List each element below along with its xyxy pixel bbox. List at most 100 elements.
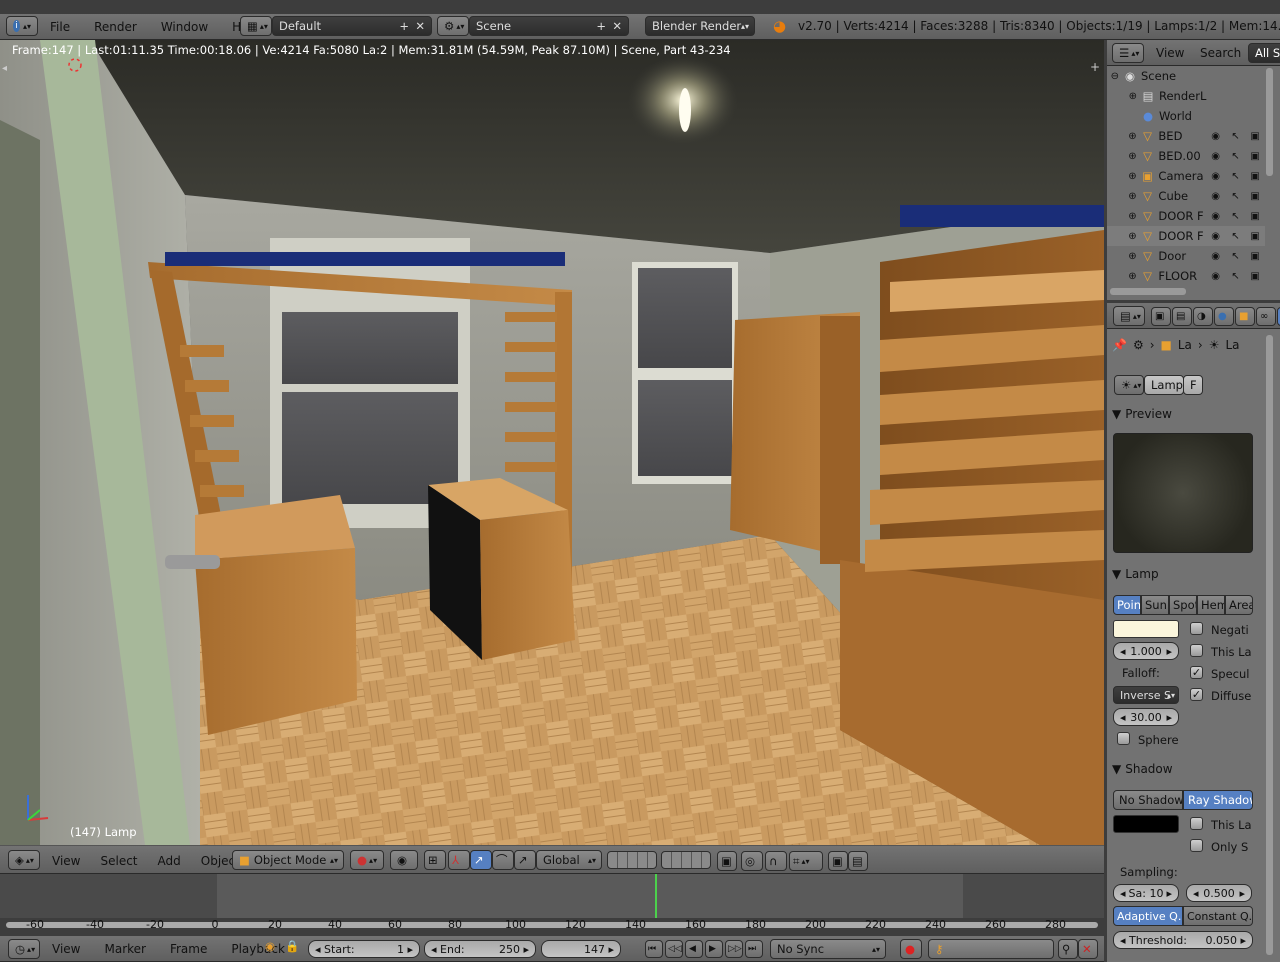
translate-toggle[interactable]: ⅄ — [448, 850, 470, 870]
outliner-item[interactable]: ⊕ ▽ Cube ◉ ↖ ▣ — [1107, 186, 1265, 206]
play-reverse-icon[interactable]: ◀ — [685, 940, 703, 958]
delete-keyframe-button[interactable]: ✕ — [1078, 939, 1098, 959]
current-frame-field[interactable]: 147 ▸ — [541, 940, 621, 958]
camera-render-icon[interactable]: ▣ — [1245, 131, 1265, 142]
lock-icon[interactable]: 🔒 — [285, 939, 299, 953]
menu-render[interactable]: Render — [94, 20, 137, 34]
scene-name-field[interactable]: Scene + ✕ — [469, 16, 629, 36]
lamp-type-spot[interactable]: Spot — [1169, 595, 1197, 615]
cursor-icon[interactable]: ↖ — [1226, 251, 1246, 262]
rotate-toggle[interactable]: ↗ — [470, 850, 492, 870]
scale2-toggle[interactable]: ↗ — [514, 850, 536, 870]
editor-type-outliner-button[interactable]: ☰ ▴▾ — [1112, 43, 1144, 63]
editor-type-info-button[interactable]: i ▴▾ — [6, 16, 38, 36]
scale-toggle[interactable]: ⌒ — [492, 850, 514, 870]
close-scene-icon[interactable]: ✕ — [612, 19, 622, 33]
menu-view[interactable]: View — [52, 854, 80, 868]
add-scene-icon[interactable]: + — [596, 19, 606, 33]
camera-render-icon[interactable]: ▣ — [1245, 151, 1265, 162]
shadow-samples-field[interactable]: ◂ Sa: 10 ▸ — [1113, 884, 1179, 902]
object-mode-select[interactable]: ■ Object Mode ▴▾ — [232, 850, 344, 870]
menu-frame[interactable]: Frame — [170, 942, 207, 956]
lamp-datablock-name[interactable]: Lamp — [1144, 375, 1184, 395]
outliner-item[interactable]: ⊕ ▤ RenderL — [1107, 86, 1265, 106]
properties-scrollbar[interactable] — [1266, 335, 1273, 955]
eye-icon[interactable]: ◉ — [1206, 271, 1226, 282]
editor-type-properties-button[interactable]: ▤ ▴▾ — [1113, 306, 1145, 326]
eye-icon[interactable]: ◉ — [1206, 231, 1226, 242]
menu-select[interactable]: Select — [100, 854, 137, 868]
shadow-this-layer-checkbox[interactable] — [1190, 817, 1203, 830]
render-engine-select[interactable]: Blender Render ▴▾ — [645, 16, 755, 36]
record-button[interactable]: ● — [900, 939, 922, 959]
lamp-type-point[interactable]: Poin — [1113, 595, 1141, 615]
camera-render-icon[interactable]: ▣ — [1245, 231, 1265, 242]
tab-render-icon[interactable]: ▣ — [1151, 307, 1171, 326]
this-layer-checkbox[interactable] — [1190, 644, 1203, 657]
lamp-type-area[interactable]: Area — [1225, 595, 1253, 615]
tab-constraints-icon[interactable]: ∞ — [1256, 307, 1276, 326]
lock-layers-button[interactable]: ▣ — [717, 851, 737, 871]
tab-layers-icon[interactable]: ▤ — [1172, 307, 1192, 326]
sphere-checkbox[interactable] — [1117, 732, 1130, 745]
expand-icon[interactable]: ⊕ — [1107, 271, 1141, 282]
layers-grid-b[interactable] — [661, 851, 711, 869]
next-key-icon[interactable]: ▷▷ — [725, 940, 743, 958]
outliner-scrollbar-h[interactable] — [1110, 288, 1186, 295]
timeline-playhead[interactable] — [655, 874, 657, 918]
lamp-panel-header[interactable]: ▼ Lamp — [1112, 563, 1256, 585]
eye-icon[interactable]: ◉ — [1206, 171, 1226, 182]
viewport-shading-select[interactable]: ● ▴▾ — [350, 850, 384, 870]
3d-viewport[interactable]: Frame:147 | Last:01:11.35 Time:00:18.06 … — [0, 40, 1104, 846]
diffuse-checkbox[interactable]: ✓ — [1190, 688, 1203, 701]
expand-icon[interactable]: ⊕ — [1107, 191, 1141, 202]
outliner-item[interactable]: ⊕ ▽ DOOR F ◉ ↖ ▣ — [1107, 226, 1265, 246]
menu-add[interactable]: Add — [158, 854, 181, 868]
tab-world-icon[interactable]: ● — [1214, 307, 1234, 326]
expand-icon[interactable]: ⊕ — [1107, 211, 1141, 222]
render-still-button[interactable]: ▣ — [828, 851, 848, 871]
lamp-type-hemi[interactable]: Hem — [1197, 595, 1225, 615]
expand-icon[interactable]: ⊕ — [1107, 251, 1141, 262]
shadow-color-swatch[interactable] — [1113, 815, 1179, 833]
eye-icon[interactable]: ◉ — [1206, 131, 1226, 142]
camera-render-icon[interactable]: ▣ — [1245, 171, 1265, 182]
pivot-select[interactable]: ◉ — [390, 850, 418, 870]
menu-timeline-view[interactable]: View — [52, 942, 80, 956]
snap-toggle[interactable]: ∩ — [765, 851, 787, 871]
menu-marker[interactable]: Marker — [104, 942, 145, 956]
expand-icon[interactable]: ⊕ — [1107, 91, 1141, 102]
menu-playback[interactable]: Playback — [231, 942, 285, 956]
eye-icon[interactable]: ◉ — [1206, 251, 1226, 262]
eye-icon[interactable]: ◉ — [1206, 211, 1226, 222]
layout-type-button[interactable]: ▦ ▴▾ — [240, 16, 272, 36]
cursor-icon[interactable]: ↖ — [1226, 211, 1246, 222]
lamp-browse-button[interactable]: ☀ ▴▾ — [1114, 375, 1144, 395]
add-layout-icon[interactable]: + — [399, 19, 409, 33]
prev-key-icon[interactable]: ◁◁ — [665, 940, 683, 958]
lamp-distance-field[interactable]: ◂ 30.00 ▸ — [1113, 708, 1179, 726]
lamp-energy-field[interactable]: ◂ 1.000 ▸ — [1113, 642, 1179, 660]
expand-icon[interactable]: ⊕ — [1107, 131, 1141, 142]
cursor-icon[interactable]: ↖ — [1226, 171, 1246, 182]
shadow-panel-header[interactable]: ▼ Shadow — [1112, 758, 1256, 780]
cursor-icon[interactable]: ↖ — [1226, 231, 1246, 242]
soft-size-field[interactable]: ◂ 0.500 ▸ — [1186, 884, 1252, 902]
lamp-fake-user-button[interactable]: F — [1183, 375, 1203, 395]
editor-type-3d-button[interactable]: ◈ ▴▾ — [8, 850, 40, 870]
start-frame-field[interactable]: ◂ Start: 1 ▸ — [308, 940, 420, 958]
jump-start-icon[interactable]: ⏮ — [645, 940, 663, 958]
cursor-icon[interactable]: ↖ — [1226, 271, 1246, 282]
outliner-item[interactable]: ● World — [1107, 106, 1265, 126]
tab-object-icon[interactable]: ■ — [1235, 307, 1255, 326]
auto-keying-icon[interactable]: ◉ — [265, 939, 275, 953]
camera-render-icon[interactable]: ▣ — [1245, 271, 1265, 282]
scene-type-button[interactable]: ⚙ ▴▾ — [437, 16, 469, 36]
viewport-add-region-handle[interactable]: + — [1090, 60, 1100, 74]
cursor-icon[interactable]: ↖ — [1226, 151, 1246, 162]
manipulator-toggle[interactable]: ⊞ — [424, 850, 446, 870]
eye-icon[interactable]: ◉ — [1206, 151, 1226, 162]
expand-icon[interactable]: ⊕ — [1107, 231, 1141, 242]
outliner-item[interactable]: ⊕ ▽ DOOR F ◉ ↖ ▣ — [1107, 206, 1265, 226]
play-icon[interactable]: ▶ — [705, 940, 723, 958]
